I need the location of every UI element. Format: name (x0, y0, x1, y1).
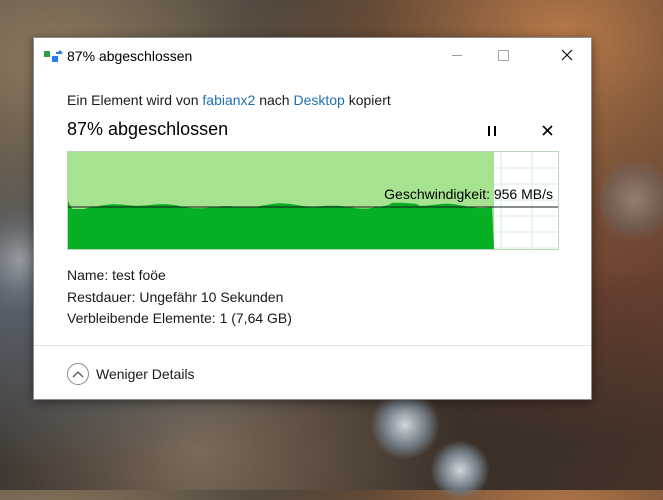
remaining-value: Ungefähr 10 Sekunden (139, 289, 284, 305)
name-row: Name: test foöe (67, 267, 166, 283)
copy-description: Ein Element wird von fabianx2 nach Deskt… (67, 92, 391, 108)
chevron-up-icon (67, 363, 89, 385)
speed-fill (68, 201, 494, 249)
title-bar[interactable]: 87% abgeschlossen (34, 38, 591, 74)
items-value: 1 (7,64 GB) (219, 310, 292, 326)
progress-title: 87% abgeschlossen (67, 119, 229, 139)
cancel-icon (542, 125, 553, 136)
items-label: Verbleibende Elemente: (67, 310, 216, 326)
less-details-label: Weniger Details (96, 366, 195, 382)
source-link[interactable]: fabianx2 (202, 92, 255, 108)
pause-icon (486, 123, 498, 141)
copy-prefix: Ein Element wird von (67, 92, 199, 108)
pause-button[interactable] (481, 122, 503, 142)
speed-label: Geschwindigkeit: 956 MB/s (384, 186, 553, 202)
copy-suffix: kopiert (348, 92, 391, 108)
copy-transfer-icon (44, 50, 63, 62)
close-icon (561, 49, 573, 61)
window-title: 87% abgeschlossen (67, 48, 193, 64)
maximize-button[interactable] (480, 38, 526, 72)
cancel-button[interactable] (537, 120, 559, 142)
close-button[interactable] (544, 38, 590, 72)
name-label: Name: (67, 267, 109, 283)
copy-middle: nach (259, 92, 290, 108)
less-details-button[interactable]: Weniger Details (67, 361, 195, 387)
remaining-time-row: Restdauer: Ungefähr 10 Sekunden (67, 289, 283, 305)
minimize-button[interactable] (434, 38, 480, 72)
divider (34, 345, 591, 346)
copy-progress-dialog: 87% abgeschlossen Ein Element wird von f… (33, 37, 592, 400)
remaining-items-row: Verbleibende Elemente: 1 (7,64 GB) (67, 310, 292, 326)
minimize-icon (452, 54, 462, 56)
name-value: test foöe (112, 267, 166, 283)
destination-link[interactable]: Desktop (293, 92, 344, 108)
speed-graph: Geschwindigkeit: 956 MB/s (67, 151, 559, 250)
remaining-label: Restdauer: (67, 289, 136, 305)
maximize-icon (497, 49, 509, 61)
